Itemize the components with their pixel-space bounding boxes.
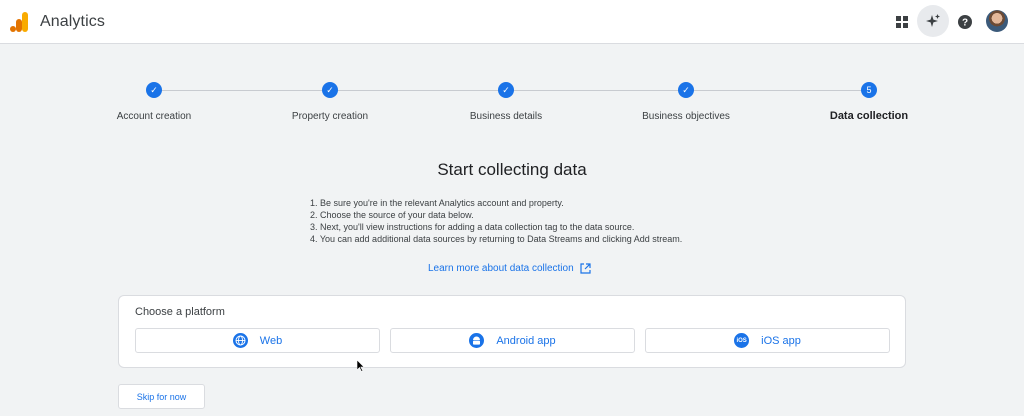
instruction-item: 2. Choose the source of your data below. <box>310 210 474 220</box>
learn-more-label: Learn more about data collection <box>428 263 574 274</box>
sparkle-icon <box>926 14 940 27</box>
svg-text:?: ? <box>962 18 968 29</box>
step-4-complete-icon: ✓ <box>678 82 694 98</box>
android-label: Android app <box>496 334 556 347</box>
avatar[interactable] <box>986 10 1008 32</box>
card-title: Choose a platform <box>135 306 225 318</box>
android-icon <box>469 333 485 348</box>
learn-more-link[interactable]: Learn more about data collection <box>428 263 591 274</box>
choose-platform-card: Choose a platform Web Android app iOS iO… <box>118 295 906 368</box>
android-platform-button[interactable]: Android app <box>390 328 635 353</box>
analytics-logo-icon[interactable] <box>10 12 28 32</box>
web-platform-button[interactable]: Web <box>135 328 380 353</box>
external-link-icon <box>580 263 591 274</box>
page-title: Start collecting data <box>437 160 587 179</box>
globe-icon <box>232 333 248 348</box>
web-label: Web <box>259 334 283 347</box>
ios-platform-button[interactable]: iOS iOS app <box>645 328 890 353</box>
instructions-list: 1. Be sure you're in the relevant Analyt… <box>310 197 682 245</box>
step-label-business-objectives: Business objectives <box>642 111 730 122</box>
instruction-item: 1. Be sure you're in the relevant Analyt… <box>310 198 564 208</box>
step-5-current-icon: 5 <box>861 82 877 98</box>
step-3-complete-icon: ✓ <box>498 82 514 98</box>
ios-label: iOS app <box>761 334 801 347</box>
step-label-account-creation: Account creation <box>116 111 192 122</box>
sparkle-button[interactable] <box>917 5 949 37</box>
apps-grid-icon[interactable] <box>892 12 912 32</box>
step-label-data-collection: Data collection <box>829 110 909 122</box>
mouse-cursor-icon <box>357 360 365 372</box>
instruction-item: 3. Next, you'll view instructions for ad… <box>310 222 635 232</box>
instruction-item: 4. You can add additional data sources b… <box>310 234 683 244</box>
help-icon[interactable]: ? <box>955 12 975 32</box>
step-label-business-details: Business details <box>469 111 543 122</box>
step-2-complete-icon: ✓ <box>322 82 338 98</box>
skip-for-now-button[interactable]: Skip for now <box>118 384 205 409</box>
top-app-bar: Analytics ? <box>0 0 1024 44</box>
ios-icon: iOS <box>734 333 750 348</box>
app-title[interactable]: Analytics <box>40 13 105 31</box>
step-1-complete-icon: ✓ <box>146 82 162 98</box>
step-label-property-creation: Property creation <box>291 111 369 122</box>
